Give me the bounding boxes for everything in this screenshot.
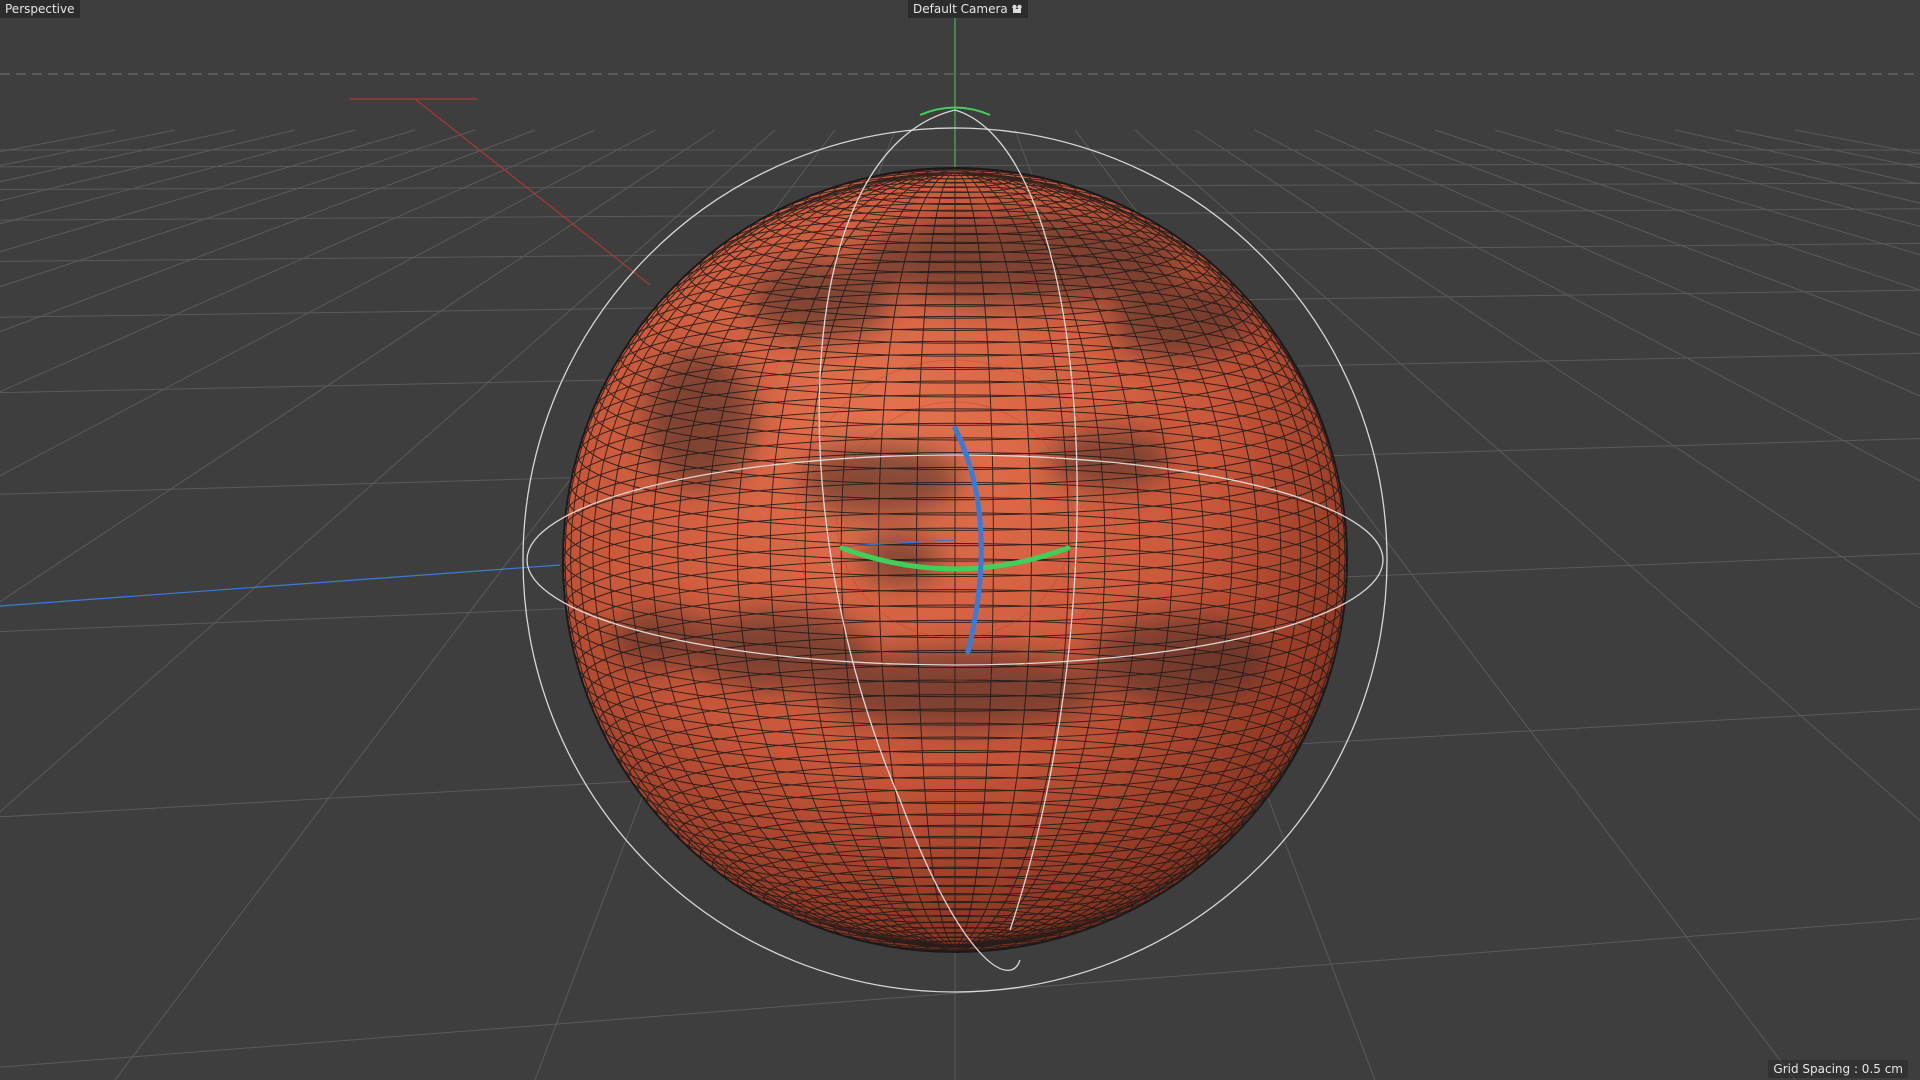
grid-spacing-readout: Grid Spacing : 0.5 cm (1768, 1060, 1908, 1078)
3d-viewport[interactable]: Perspective Default Camera Grid Spacing … (0, 0, 1920, 1080)
grid-line (1674, 129, 1920, 185)
world-z-axis (0, 564, 561, 607)
grid-line (1794, 129, 1920, 155)
mars-sphere[interactable] (562, 167, 1348, 953)
grid-line (0, 129, 596, 393)
grid-line (0, 129, 176, 167)
grid-line (1254, 129, 1920, 482)
grid-line (0, 129, 356, 225)
grid-line (1314, 129, 1920, 397)
grid-line (1554, 129, 1920, 227)
camera-menu[interactable]: Default Camera (908, 0, 1028, 18)
viewport-scene[interactable] (0, 0, 1920, 1080)
camera-name: Default Camera (913, 2, 1008, 16)
grid-line (1374, 129, 1920, 336)
grid-line (0, 129, 416, 253)
grid-line (0, 129, 236, 183)
grid-line (0, 129, 656, 477)
grid-line (1734, 129, 1920, 169)
camera-options-icon[interactable] (1011, 4, 1023, 14)
grid-line (0, 163, 1920, 168)
view-name-label[interactable]: Perspective (0, 0, 80, 18)
grid-line (0, 129, 536, 333)
grid-line (1494, 129, 1920, 256)
grid-line (0, 129, 476, 288)
grid-line (1614, 129, 1920, 204)
